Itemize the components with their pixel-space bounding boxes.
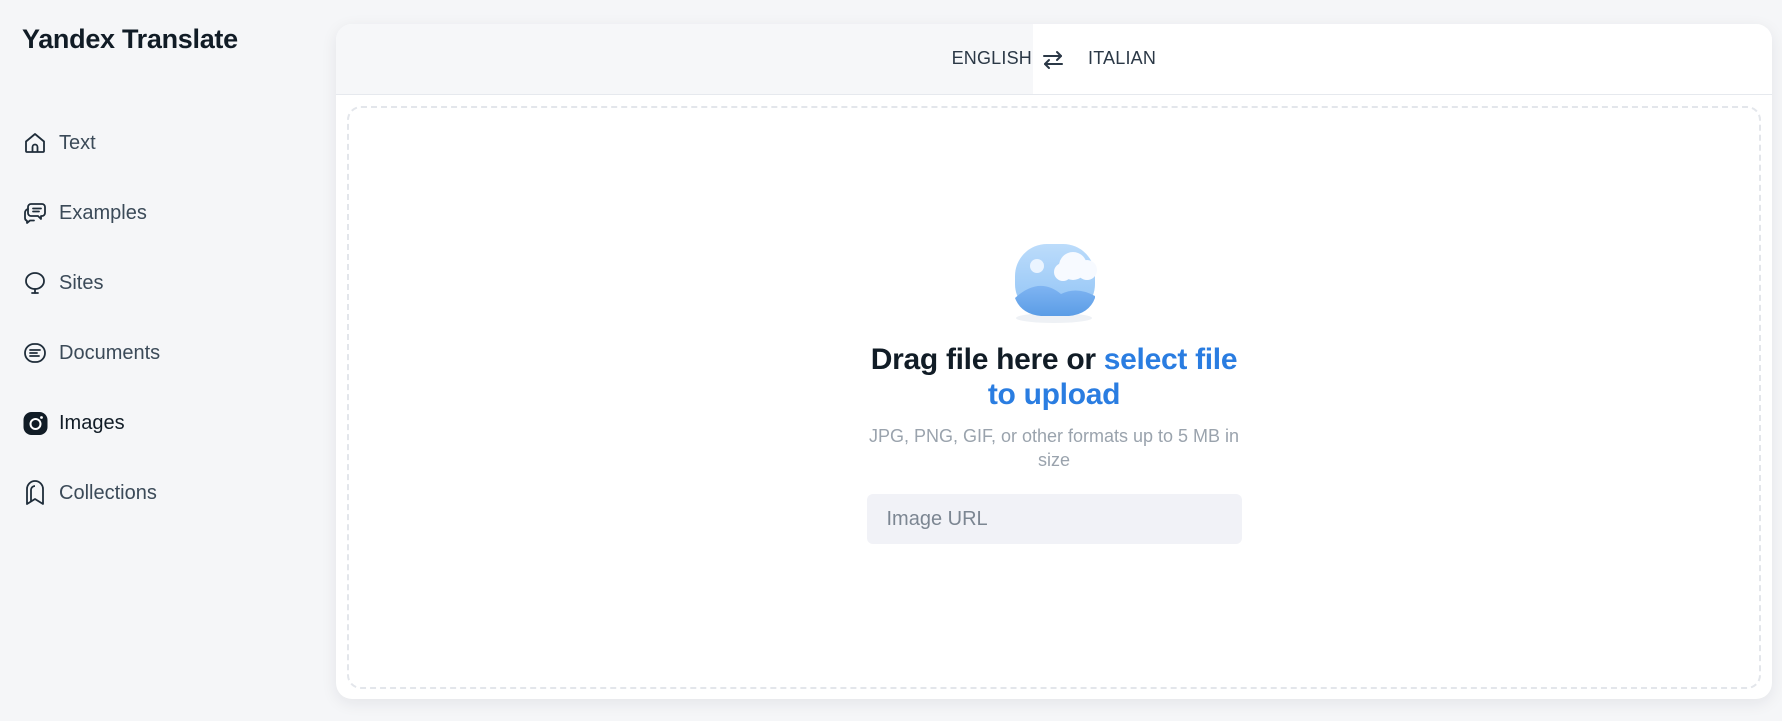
image-dropzone[interactable]: Drag file here or select file to upload … xyxy=(347,106,1761,689)
globe-balloon-icon xyxy=(22,270,48,296)
target-language-selector[interactable]: ITALIAN xyxy=(1088,48,1156,69)
camera-icon xyxy=(22,410,48,436)
app-logo[interactable]: Yandex Translate xyxy=(22,24,238,55)
image-landscape-icon xyxy=(999,236,1109,328)
source-language-selector[interactable]: ENGLISH xyxy=(952,48,1032,69)
home-icon xyxy=(22,130,48,156)
sidebar-item-label: Examples xyxy=(59,201,147,224)
bookmark-icon xyxy=(22,480,48,506)
document-lines-icon xyxy=(22,340,48,366)
sidebar-item-collections[interactable]: Collections xyxy=(22,458,160,528)
chat-bubbles-icon xyxy=(22,200,48,226)
dropzone-content: Drag file here or select file to upload … xyxy=(859,236,1249,544)
translate-panel: ENGLISH ITALIAN Drag file here or select… xyxy=(336,24,1772,699)
sidebar-item-text[interactable]: Text xyxy=(22,108,160,178)
dropzone-title: Drag file here or select file to upload xyxy=(859,342,1249,412)
app-root: Yandex Translate Text Examples Sites Doc… xyxy=(0,0,1782,721)
sidebar-item-images[interactable]: Images xyxy=(22,388,160,458)
sidebar-item-label: Images xyxy=(59,411,125,434)
image-url-input[interactable] xyxy=(866,494,1242,544)
sidebar-item-label: Collections xyxy=(59,481,157,504)
sidebar-item-sites[interactable]: Sites xyxy=(22,248,160,318)
swap-arrows-icon xyxy=(1043,51,1063,69)
sidebar-nav: Text Examples Sites Documents Images Col… xyxy=(22,108,160,528)
sidebar-item-label: Documents xyxy=(59,341,161,364)
sidebar-item-documents[interactable]: Documents xyxy=(22,318,160,388)
swap-languages-button[interactable] xyxy=(1039,46,1067,74)
dropzone-hint: JPG, PNG, GIF, or other formats up to 5 … xyxy=(868,426,1240,470)
sidebar-item-examples[interactable]: Examples xyxy=(22,178,160,248)
sidebar-item-label: Sites xyxy=(59,271,104,294)
language-bar: ENGLISH ITALIAN xyxy=(336,24,1772,95)
sidebar-item-label: Text xyxy=(59,131,96,154)
dropzone-title-text: Drag file here or xyxy=(870,343,1104,376)
